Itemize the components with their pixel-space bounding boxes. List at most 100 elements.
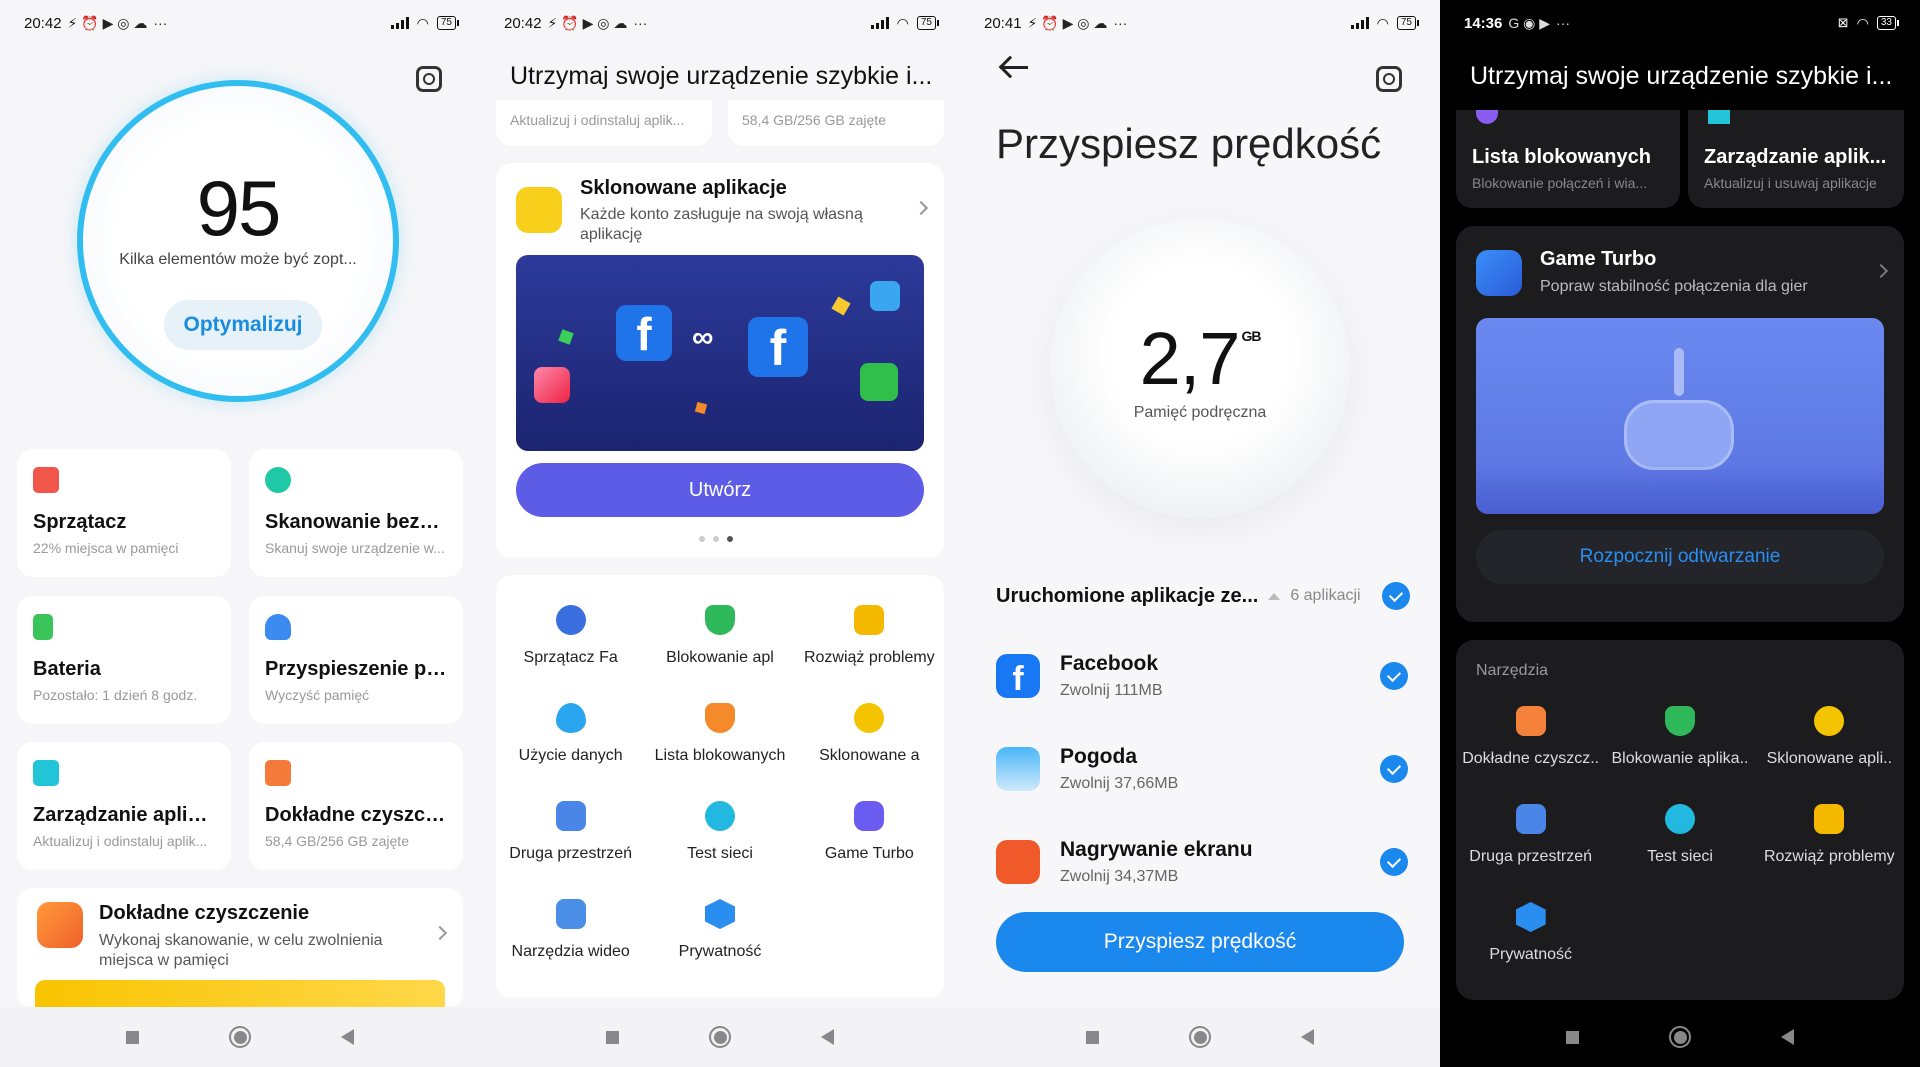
speed-up-button[interactable]: Przyspiesz prędkość <box>996 912 1404 972</box>
battery-tile-icon <box>33 614 53 640</box>
tool-privacy[interactable]: Prywatność <box>1456 902 1605 964</box>
tile-subtitle: Aktualizuj i usuwaj aplikacje <box>1704 175 1877 191</box>
create-button[interactable]: Utwórz <box>516 463 924 517</box>
instagram-icon <box>534 367 570 403</box>
privacy-icon <box>1515 902 1546 932</box>
app-row-weather[interactable]: Pogoda Zwolnij 37,66MB <box>996 745 1408 793</box>
app-manager-icon <box>1708 110 1730 124</box>
battery-icon: 33 <box>1876 16 1900 30</box>
tool-network-test[interactable]: Test sieci <box>1605 804 1754 866</box>
tool-troubleshoot[interactable]: Rozwiąż problemy <box>795 605 944 667</box>
tool-cloned-apps[interactable]: Sklonowane apli.. <box>1755 706 1904 768</box>
collapse-arrow-icon[interactable] <box>1268 592 1281 600</box>
back-button[interactable] <box>341 1029 354 1045</box>
card-title: Game Turbo <box>1540 248 1657 270</box>
home-button[interactable] <box>1189 1026 1211 1048</box>
tile-title: Lista blokowanych <box>1472 146 1651 168</box>
tool-blocklist[interactable]: Lista blokowanych <box>645 703 794 765</box>
mini-card[interactable]: Aktualizuj i odinstaluj aplik... <box>496 100 712 146</box>
app-checkbox[interactable] <box>1380 848 1408 876</box>
tile-app-manager[interactable]: Zarządzanie aplik... Aktualizuj i usuwaj… <box>1688 110 1904 208</box>
shield-lock-icon <box>704 605 735 635</box>
tile-blocklist[interactable]: Lista blokowanych Blokowanie połączeń i … <box>1456 110 1680 208</box>
shield-lock-icon <box>1664 706 1695 736</box>
tool-label: Rozwiąż problemy <box>803 649 935 666</box>
tile-deep-clean[interactable]: Dokładne czyszcz... 58,4 GB/256 GB zajęt… <box>249 742 463 870</box>
status-bar: 20:41 ⚡ ⏰ ▶ ◎ ☁ ··· ◠ 75 <box>960 0 1440 46</box>
tool-data-usage[interactable]: Użycie danych <box>496 703 645 765</box>
battery-icon: 75 <box>916 16 940 30</box>
infinity-icon: ∞ <box>692 321 714 354</box>
tool-cloned-apps[interactable]: Sklonowane a <box>795 703 944 765</box>
optimize-button[interactable]: Optymalizuj <box>164 300 322 350</box>
tile-cleaner[interactable]: Sprzątacz 22% miejsca w pamięci <box>17 449 231 577</box>
recents-button[interactable] <box>1566 1030 1579 1044</box>
notification-icons: G ◉ ▶ ··· <box>1508 14 1571 32</box>
recents-button[interactable] <box>1086 1030 1099 1044</box>
settings-gear-icon[interactable] <box>1376 66 1402 92</box>
recents-button[interactable] <box>126 1030 139 1044</box>
deep-clean-subtitle: Wykonaj skanowanie, w celu zwolnienia mi… <box>99 932 383 969</box>
game-turbo-icon <box>1476 250 1522 296</box>
back-arrow-icon[interactable] <box>1000 66 1028 69</box>
back-button[interactable] <box>1781 1029 1794 1045</box>
tool-video-tools[interactable]: Narzędzia wideo <box>496 899 645 961</box>
app-checkbox[interactable] <box>1380 662 1408 690</box>
tool-second-space[interactable]: Druga przestrzeń <box>496 801 645 863</box>
tool-label: Użycie danych <box>518 747 623 764</box>
tile-speed-boost[interactable]: Przyspieszenie pr... Wyczyść pamięć <box>249 596 463 724</box>
toolbox-icon <box>1814 804 1845 834</box>
tool-troubleshoot[interactable]: Rozwiąż problemy <box>1755 804 1904 866</box>
second-space-icon <box>1515 804 1546 834</box>
tool-facebook-cleaner[interactable]: Sprzątacz Fa <box>496 605 645 667</box>
nav-bar <box>960 1007 1440 1067</box>
home-button[interactable] <box>1669 1026 1691 1048</box>
dark-tools-panel: 14:36 G ◉ ▶ ··· ⊠ ◠ 33 Utrzymaj swoje ur… <box>1440 0 1920 1067</box>
back-button[interactable] <box>1301 1029 1314 1045</box>
wifi-icon: ◠ <box>416 14 429 31</box>
tool-deep-clean[interactable]: Dokładne czyszcz.. <box>1456 706 1605 768</box>
tile-app-manager[interactable]: Zarządzanie aplik... Aktualizuj i odinst… <box>17 742 231 870</box>
game-turbo-card[interactable]: Game Turbo Popraw stabilność połączenia … <box>1456 226 1904 622</box>
battery-icon: 75 <box>1396 16 1420 30</box>
mini-card[interactable]: 58,4 GB/256 GB zajęte <box>728 100 944 146</box>
tool-game-turbo[interactable]: Game Turbo <box>795 801 944 863</box>
app-name: Pogoda <box>1060 745 1137 768</box>
deep-clean-card[interactable]: Dokładne czyszczenie Wykonaj skanowanie,… <box>17 888 463 1010</box>
tool-app-lock[interactable]: Blokowanie apl <box>645 605 794 667</box>
wifi-icon: ◠ <box>1376 14 1389 31</box>
tool-app-lock[interactable]: Blokowanie aplika.. <box>1605 706 1754 768</box>
tile-battery[interactable]: Bateria Pozostało: 1 dzień 8 godz. <box>17 596 231 724</box>
decor-cube <box>831 296 851 316</box>
app-row-screen-recorder[interactable]: Nagrywanie ekranu Zwolnij 34,37MB <box>996 838 1408 886</box>
start-playing-button[interactable]: Rozpocznij odtwarzanie <box>1476 530 1884 584</box>
tile-subtitle: Pozostało: 1 dzień 8 godz. <box>33 687 198 703</box>
water-drop-icon <box>555 703 586 733</box>
app-row-facebook[interactable]: f Facebook Zwolnij 111MB <box>996 652 1408 700</box>
whatsapp-icon <box>860 363 898 401</box>
running-apps-header[interactable]: Uruchomione aplikacje ze... 6 aplikacji <box>996 582 1410 610</box>
tile-subtitle: Aktualizuj i odinstaluj aplik... <box>33 833 208 849</box>
cloned-apps-illustration: f f ∞ <box>516 255 924 451</box>
tile-title: Bateria <box>33 658 101 680</box>
facebook-clone-icon: f <box>748 317 808 377</box>
home-button[interactable] <box>229 1026 251 1048</box>
tile-security-scan[interactable]: Skanowanie bezpi... Skanuj swoje urządze… <box>249 449 463 577</box>
tile-subtitle: 22% miejsca w pamięci <box>33 540 179 556</box>
app-checkbox[interactable] <box>1380 755 1408 783</box>
settings-gear-icon[interactable] <box>416 66 442 92</box>
tile-title: Zarządzanie aplik... <box>1704 146 1887 168</box>
back-button[interactable] <box>821 1029 834 1045</box>
dual-apps-icon <box>1814 706 1845 736</box>
home-button[interactable] <box>709 1026 731 1048</box>
page-title: Przyspiesz prędkość <box>996 120 1382 167</box>
score-ring: 95 Kilka elementów może być zopt... Opty… <box>77 80 399 402</box>
tool-privacy[interactable]: Prywatność <box>645 899 794 961</box>
select-all-checkbox[interactable] <box>1382 582 1410 610</box>
recents-button[interactable] <box>606 1030 619 1044</box>
tool-second-space[interactable]: Druga przestrzeń <box>1456 804 1605 866</box>
tool-network-test[interactable]: Test sieci <box>645 801 794 863</box>
second-space-icon <box>555 801 586 831</box>
deep-clean-title: Dokładne czyszczenie <box>99 902 310 924</box>
cloned-apps-card[interactable]: Sklonowane aplikacje Każde konto zasługu… <box>496 163 944 558</box>
